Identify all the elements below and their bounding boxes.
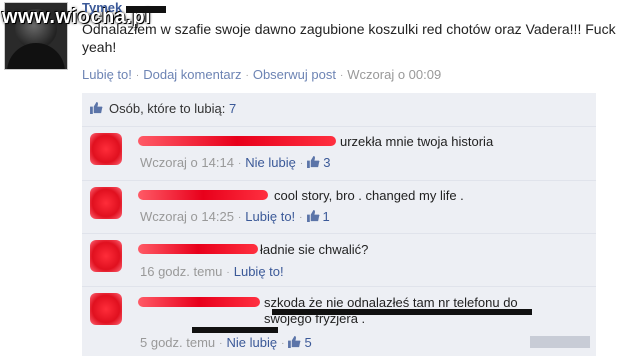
commenter-avatar[interactable] <box>90 240 122 272</box>
add-comment-link[interactable]: Dodaj komentarz <box>143 67 241 82</box>
post-actions: Lubię to! · Dodaj komentarz · Obserwuj post ·… <box>82 67 441 82</box>
separator: · <box>281 338 285 350</box>
separator: · <box>135 70 140 82</box>
redacted-commenter-name <box>138 297 260 307</box>
separator: · <box>339 70 344 82</box>
like-link[interactable]: Lubię to! <box>82 67 132 82</box>
like-count-value: 3 <box>323 155 331 170</box>
comments-panel: Osób, które to lubią: 7 urzekła mnie two… <box>82 93 596 356</box>
like-count-value: 1 <box>322 209 330 224</box>
separator: · <box>237 158 242 170</box>
thumbs-up-icon <box>288 336 301 348</box>
avatar-body <box>7 43 65 69</box>
comment-meta: 5 godz. temu · Nie lubię · 5 <box>140 335 312 350</box>
comment-like-toggle[interactable]: Lubię to! <box>245 209 295 224</box>
redacted-commenter-name <box>138 136 336 146</box>
like-count-value: 5 <box>304 335 312 350</box>
comment-like-toggle[interactable]: Lubię to! <box>234 264 284 279</box>
comment-timestamp[interactable]: Wczoraj o 14:25 <box>140 209 234 224</box>
comment-item: cool story, bro . changed my life . Wczo… <box>82 180 596 233</box>
comment-text: cool story, bro . changed my life . <box>274 188 464 203</box>
post-timestamp[interactable]: Wczoraj o 00:09 <box>347 67 441 82</box>
comment-like-count[interactable]: 1 <box>306 209 330 224</box>
comment-timestamp[interactable]: Wczoraj o 14:14 <box>140 155 234 170</box>
comment-timestamp[interactable]: 5 godz. temu <box>140 335 215 350</box>
redaction-bar <box>126 6 166 13</box>
separator: · <box>245 70 249 82</box>
comment-meta: 16 godz. temu · Lubię to! <box>140 264 284 279</box>
comment-like-toggle[interactable]: Nie lubię <box>245 155 296 170</box>
comment-item: urzekła mnie twoja historia Wczoraj o 14… <box>82 126 596 180</box>
redacted-commenter-name <box>138 190 268 200</box>
comment-like-count[interactable]: 5 <box>288 335 312 350</box>
separator: · <box>299 212 303 224</box>
comment-timestamp[interactable]: 16 godz. temu <box>140 264 222 279</box>
commenter-avatar[interactable] <box>90 293 122 325</box>
pixelated-redaction <box>530 336 590 348</box>
redacted-commenter-name <box>138 244 258 254</box>
likes-summary[interactable]: Osób, które to lubią: 7 <box>90 99 236 119</box>
comment-text: ładnie sie chwalić? <box>260 242 369 257</box>
comment-text: urzekła mnie twoja historia <box>340 134 494 149</box>
comment-like-toggle[interactable]: Nie lubię <box>227 335 278 350</box>
redaction-bar <box>192 327 278 333</box>
separator: · <box>226 267 230 279</box>
separator: · <box>237 212 242 224</box>
follow-post-link[interactable]: Obserwuj post <box>253 67 336 82</box>
thumbs-up-icon <box>90 102 103 114</box>
thumbs-up-icon <box>307 156 320 168</box>
comment-meta: Wczoraj o 14:25 · Lubię to! · 1 <box>140 209 330 224</box>
redaction-bar <box>272 309 532 315</box>
separator: · <box>219 338 223 350</box>
post-text: Odnalazłem w szafie swoje dawno zagubion… <box>82 21 616 55</box>
commenter-avatar[interactable] <box>90 133 122 165</box>
likes-label: Osób, które to lubią: <box>109 101 226 116</box>
comment-item: szkoda że nie odnalazłeś tam nr telefonu… <box>82 286 596 357</box>
separator: · <box>299 158 304 170</box>
post-author-name[interactable]: Tymek <box>82 0 122 15</box>
comment-item: ładnie sie chwalić? 16 godz. temu · Lubię … <box>82 233 596 286</box>
comment-like-count[interactable]: 3 <box>307 155 330 170</box>
thumbs-up-icon <box>306 210 319 222</box>
commenter-avatar[interactable] <box>90 187 122 219</box>
likes-count[interactable]: 7 <box>229 101 236 116</box>
comment-meta: Wczoraj o 14:14 · Nie lubię · 3 <box>140 155 330 170</box>
